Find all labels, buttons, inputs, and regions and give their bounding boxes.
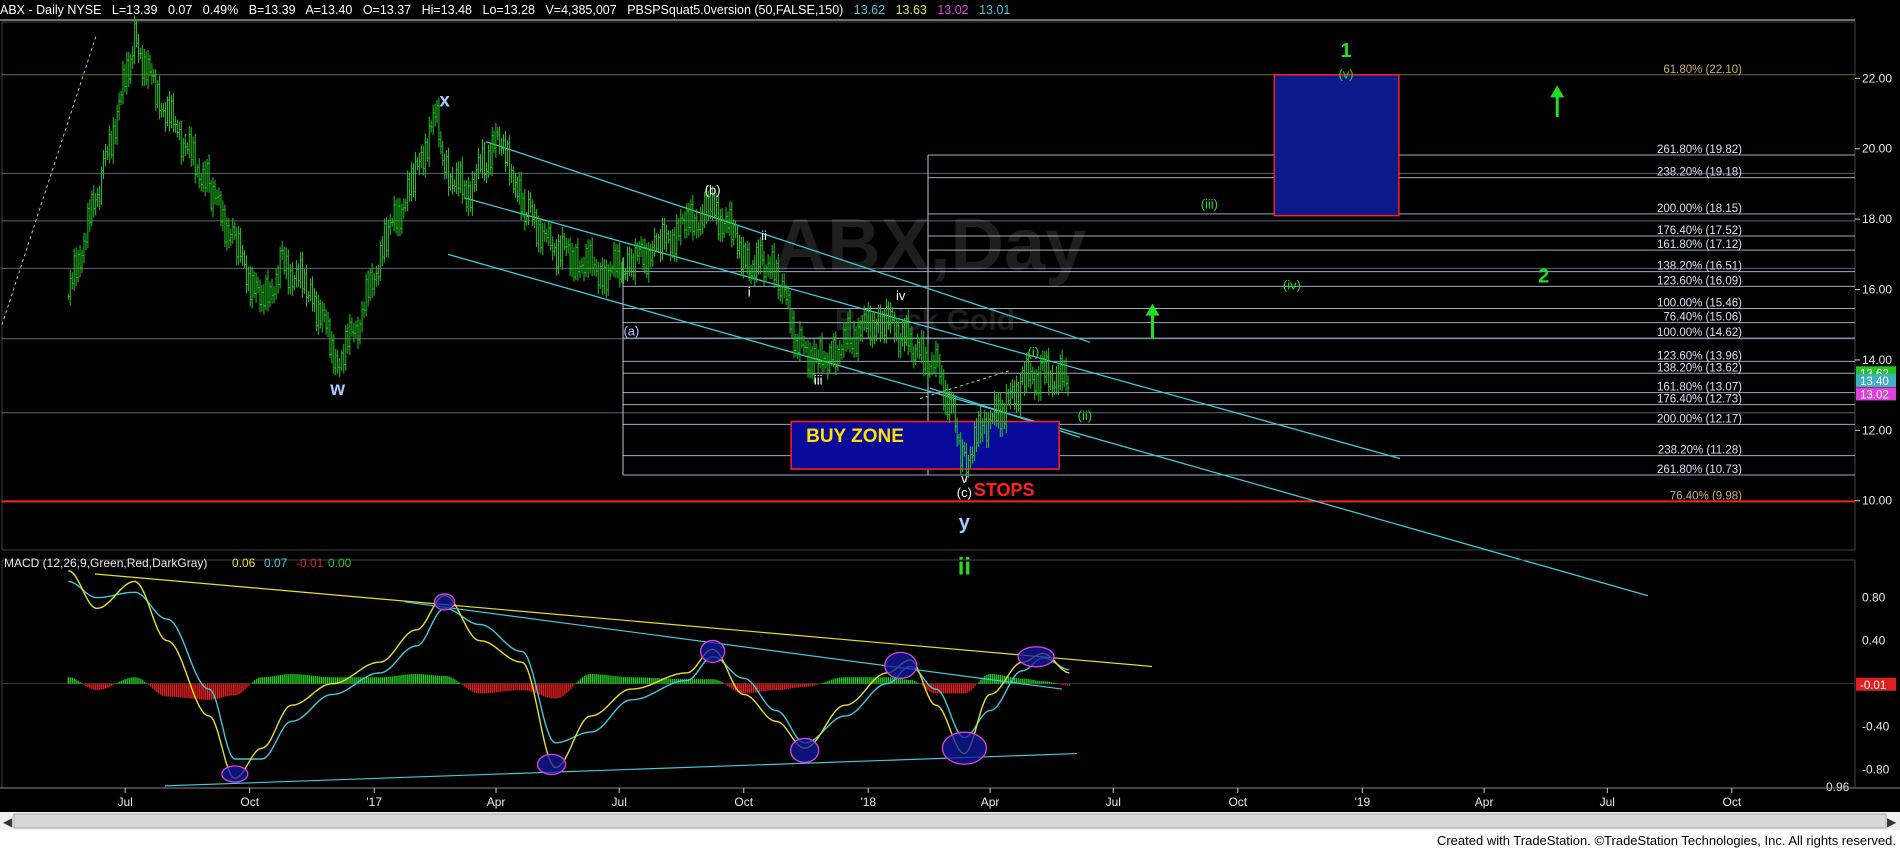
price-marker-label: 13.02 — [1860, 389, 1889, 401]
fib-label: 261.80% (10.73) — [1657, 464, 1742, 476]
price-panel: ABX,DayBarrick Gold61.80% (22.10)261.80%… — [0, 15, 1896, 597]
macd-bottom-value: -0.96 — [1822, 780, 1850, 794]
chart-canvas[interactable]: ABX,DayBarrick Gold61.80% (22.10)261.80%… — [0, 0, 1900, 850]
wave-label: v — [961, 471, 968, 486]
fib-label: 61.80% (22.10) — [1663, 64, 1742, 76]
watermark-title: ABX,Day — [774, 203, 1087, 286]
y-tick-label: 20.00 — [1862, 142, 1892, 156]
wave-label: x — [439, 90, 450, 111]
wave-label: y — [959, 512, 971, 534]
y-tick-label: 18.00 — [1862, 212, 1892, 226]
x-tick-label: Oct — [1228, 795, 1247, 809]
scroll-right-arrow[interactable]: ▶ — [1887, 815, 1897, 829]
macd-highlight-circle — [221, 765, 249, 783]
macd-value: -0.01 — [296, 556, 324, 570]
fib-label: 238.20% (19.18) — [1657, 167, 1742, 179]
target-box — [1273, 74, 1400, 217]
y-tick-label: 12.00 — [1862, 423, 1892, 437]
macd-highlight-circle — [884, 651, 918, 680]
macd-line — [68, 570, 1070, 780]
scrollbar-thumb[interactable] — [13, 813, 1887, 829]
macd-y-tick-label: 0.40 — [1862, 634, 1886, 648]
wave-label: iii — [814, 373, 823, 388]
wave-label: (iv) — [1283, 278, 1301, 293]
macd-value: 0.06 — [232, 556, 256, 570]
macd-last-marker-label: -0.01 — [1860, 680, 1886, 692]
fib-label: 138.20% (13.62) — [1657, 362, 1742, 374]
fib-label: 100.00% (14.62) — [1657, 327, 1742, 339]
wave-label: (ii) — [1078, 408, 1092, 423]
macd-highlight-circle — [941, 731, 988, 765]
x-tick-label: Jul — [1600, 795, 1615, 809]
wave-label: (b) — [705, 182, 721, 197]
scroll-left-arrow[interactable]: ◀ — [3, 815, 13, 829]
x-tick-label: Apr — [981, 795, 1000, 809]
wave-label: ii — [958, 554, 971, 581]
y-tick-label: 10.00 — [1862, 494, 1892, 508]
fib-label: 76.40% (15.06) — [1663, 312, 1742, 324]
macd-y-tick-label: 0.80 — [1862, 591, 1886, 605]
fib-label: 176.40% (17.52) — [1657, 225, 1742, 237]
x-tick-label: '18 — [860, 795, 876, 809]
macd-highlight-circle — [699, 639, 726, 664]
wave-label: iv — [896, 288, 906, 303]
y-tick-label: 16.00 — [1862, 283, 1892, 297]
footer-credit: Created with TradeStation. ©TradeStation… — [1437, 833, 1896, 848]
wave-label: (i) — [1028, 344, 1040, 359]
fib-label: 123.60% (16.09) — [1657, 275, 1742, 287]
x-tick-label: Jul — [1106, 795, 1121, 809]
dashed-trend-line — [1, 35, 97, 325]
fib-label: 261.80% (19.82) — [1657, 144, 1742, 156]
x-tick-label: Apr — [487, 795, 506, 809]
wave-label: (c) — [957, 485, 972, 500]
up-arrow-1-head — [1145, 303, 1160, 316]
y-tick-label: 14.00 — [1862, 353, 1892, 367]
wave-label: i — [748, 285, 751, 300]
wave-label: (v) — [1338, 66, 1353, 81]
fib-label: 200.00% (12.17) — [1657, 413, 1742, 425]
fib-label: 138.20% (16.51) — [1657, 261, 1742, 273]
x-tick-label: '19 — [1354, 795, 1370, 809]
price-marker-label: 13.40 — [1860, 376, 1889, 388]
macd-panel: MACD (12,26,9,Green,Red,DarkGray) 0.06 0.0… — [1, 556, 1896, 794]
fib-label: 161.80% (17.12) — [1657, 239, 1742, 251]
macd-trend-line — [94, 573, 1153, 668]
axis-panel: Jul Oct '17 Apr Jul Oct '18 Apr Jul Oct '19 Apr Jul O… — [0, 787, 1900, 850]
macd-value: 0.07 — [264, 556, 288, 570]
macd-highlight-circle — [790, 737, 820, 764]
buy-zone-label: BUY ZONE — [806, 426, 904, 447]
wave-label: (a) — [623, 323, 639, 338]
x-tick-label: '17 — [366, 795, 382, 809]
fib-label: 161.80% (13.07) — [1657, 382, 1742, 394]
y-tick-label: 22.00 — [1862, 71, 1892, 85]
macd-y-tick-label: -0.40 — [1862, 720, 1890, 734]
stops-label: STOPS — [974, 480, 1035, 500]
up-arrow-2-head — [1550, 85, 1565, 98]
fib-label: 100.00% (15.46) — [1657, 298, 1742, 310]
macd-frame — [1, 559, 1856, 789]
x-tick-label: Oct — [734, 795, 753, 809]
fib-label: 123.60% (13.96) — [1657, 350, 1742, 362]
fib-label: 238.20% (11.28) — [1658, 445, 1742, 457]
macd-value: 0.00 — [328, 556, 352, 570]
macd-highlight-circle — [1017, 646, 1055, 668]
x-tick-label: Apr — [1475, 795, 1494, 809]
macd-highlight-circle — [536, 753, 567, 775]
x-tick-label: Oct — [240, 795, 259, 809]
x-tick-label: Jul — [612, 795, 627, 809]
macd-trend-line — [164, 752, 1078, 787]
wave-label: (iii) — [1201, 197, 1218, 212]
wave-label: ii — [761, 228, 767, 243]
wave-label: 1 — [1341, 40, 1352, 62]
macd-trend-line — [404, 601, 1063, 690]
wave-label: 2 — [1538, 265, 1549, 287]
macd-highlight-circle — [433, 593, 456, 611]
macd-y-tick-label: -0.80 — [1862, 763, 1890, 777]
x-tick-label: Oct — [1722, 795, 1741, 809]
fib-label: 176.40% (12.73) — [1657, 394, 1742, 406]
fib-label: 200.00% (18.15) — [1657, 203, 1742, 215]
macd-title: MACD (12,26,9,Green,Red,DarkGray) — [4, 556, 207, 570]
wave-label: w — [329, 379, 345, 400]
x-tick-label: Jul — [118, 795, 133, 809]
